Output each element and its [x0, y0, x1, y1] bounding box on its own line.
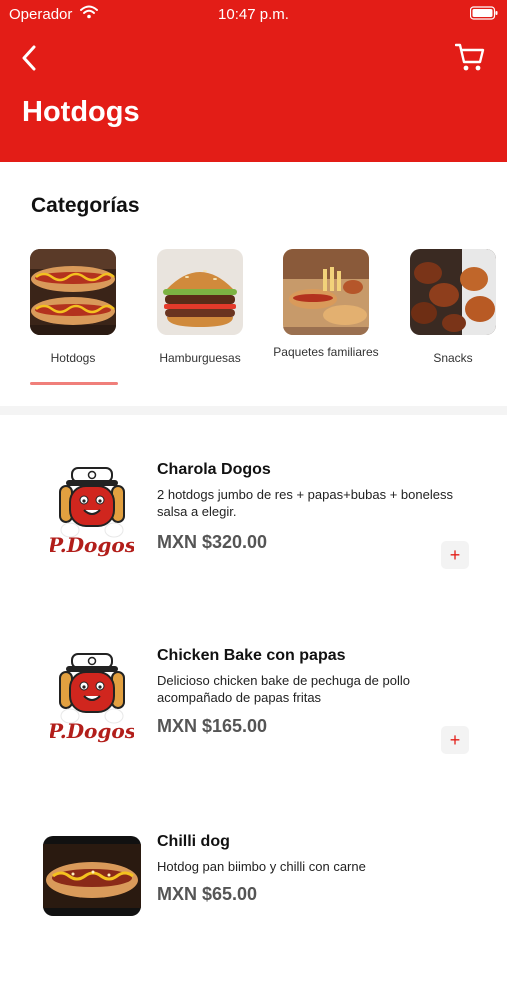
product-description: Hotdog pan biimbo y chilli con carne — [157, 859, 366, 874]
product-item[interactable]: Chilli dog Hotdog pan biimbo y chilli co… — [0, 802, 507, 982]
add-to-cart-button[interactable]: + — [441, 726, 469, 754]
categories-title: Categorías — [31, 194, 140, 217]
product-name: Chicken Bake con papas — [157, 647, 346, 664]
back-button[interactable] — [14, 44, 44, 76]
chevron-left-icon — [21, 45, 37, 76]
category-label: Snacks — [433, 351, 473, 365]
category-hamburguesas[interactable]: Hamburguesas — [145, 249, 255, 365]
hotdog-photo — [43, 836, 141, 916]
category-snacks[interactable]: Snacks — [398, 249, 507, 365]
logo-text: P.Dogos — [50, 719, 134, 743]
status-bar: Operador 10:47 p.m. — [0, 0, 507, 28]
section-divider — [0, 406, 507, 415]
page-title: Hotdogs — [22, 96, 140, 128]
product-description: Delicioso chicken bake de pechuga de pol… — [157, 673, 410, 705]
family-pack-image — [283, 249, 369, 335]
cart-button[interactable] — [453, 42, 487, 76]
battery-icon — [469, 6, 498, 24]
hotdogs-image — [30, 249, 116, 335]
product-item[interactable]: P.Dogos Chicken Bake con papas Delicioso… — [0, 616, 507, 796]
hamburger-image — [157, 249, 243, 335]
p-dogos-logo: P.Dogos — [47, 652, 136, 744]
product-price: MXN $320.00 — [157, 532, 268, 552]
product-name: Chilli dog — [157, 833, 230, 850]
selected-category-indicator — [30, 382, 118, 385]
category-label: Paquetes familiares — [273, 345, 379, 359]
logo-text: P.Dogos — [50, 533, 134, 557]
status-time: 10:47 p.m. — [218, 6, 289, 23]
product-price: MXN $165.00 — [157, 716, 268, 736]
product-description: 2 hotdogs jumbo de res + papas+bubas + b… — [157, 487, 453, 519]
snacks-image — [410, 249, 496, 335]
app-header: Operador 10:47 p.m. Hotdogs — [0, 0, 507, 162]
category-paquetes-familiares[interactable]: Paquetes familiares — [271, 249, 381, 359]
add-to-cart-button[interactable]: + — [441, 541, 469, 569]
shopping-cart-icon — [454, 42, 485, 77]
category-hotdogs[interactable]: Hotdogs — [18, 249, 128, 365]
category-label: Hotdogs — [50, 351, 96, 365]
product-price: MXN $65.00 — [157, 884, 258, 904]
p-dogos-logo: P.Dogos — [47, 466, 136, 558]
category-label: Hamburguesas — [159, 351, 241, 365]
product-name: Charola Dogos — [157, 461, 271, 478]
product-item[interactable]: P.Dogos Charola Dogos 2 hotdogs jumbo de… — [0, 430, 507, 610]
